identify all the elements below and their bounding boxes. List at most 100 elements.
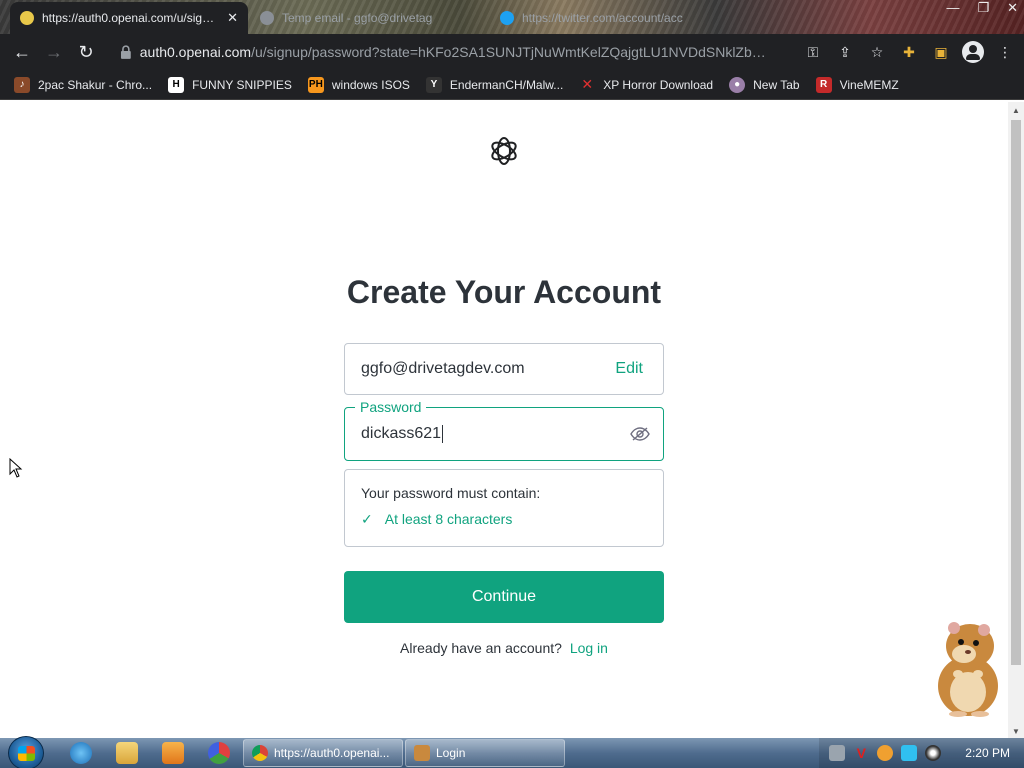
twitter-favicon-icon: [500, 11, 514, 25]
password-label: Password: [355, 399, 427, 415]
windows-taskbar: https://auth0.openai... Login V 2:20 PM: [0, 736, 1024, 768]
tab-title: https://auth0.openai.com/u/signup: [42, 11, 220, 25]
password-value: dickass621: [361, 425, 442, 443]
system-tray: V 2:20 PM: [819, 738, 1024, 768]
hamster-desktop-pet-icon: [938, 622, 998, 717]
minimize-icon[interactable]: —: [946, 0, 959, 16]
key-icon[interactable]: ⚿: [800, 36, 826, 68]
bookmark-label: New Tab: [753, 77, 800, 92]
media-player-icon[interactable]: [162, 742, 184, 764]
text-caret: [442, 424, 444, 443]
taskbar-chrome-button[interactable]: https://auth0.openai...: [243, 739, 403, 767]
bookmark-icon-2pac: ♪: [14, 76, 30, 93]
requirement-label: At least 8 characters: [384, 511, 513, 527]
menu-icon[interactable]: ⋮: [992, 36, 1018, 68]
login-app-icon: [414, 745, 430, 761]
back-icon[interactable]: ←: [6, 36, 38, 68]
tray-app-icon[interactable]: [829, 745, 846, 761]
bookmark-icon-y: Y: [425, 76, 442, 93]
bookmark-star-icon[interactable]: ☆: [864, 36, 890, 68]
url-host: auth0.openai.com: [139, 44, 252, 60]
tray-monitor-icon[interactable]: [901, 745, 918, 761]
login-prompt-row: Already have an account? Log in: [0, 640, 1008, 656]
bookmark-label: VineMEMZ: [839, 77, 899, 92]
bookmark-icon-h: H: [168, 76, 185, 93]
close-tab-icon[interactable]: ✕: [227, 10, 238, 26]
side-panel-icon[interactable]: ▣: [928, 36, 954, 68]
bookmarks-bar: ♪ 2pac Shakur - Chro... H FUNNY SNIPPIES…: [0, 70, 1024, 100]
tray-v-icon[interactable]: V: [853, 745, 869, 761]
bookmark-new-tab[interactable]: ● New Tab: [729, 76, 800, 93]
share-icon[interactable]: ⇪: [832, 36, 858, 68]
bookmark-icon-globe: ●: [729, 76, 746, 93]
profile-icon[interactable]: [960, 36, 986, 68]
requirements-title: Your password must contain:: [361, 485, 541, 501]
avatar: [962, 41, 984, 63]
tray-search-icon[interactable]: [877, 745, 894, 761]
page-scrollbar[interactable]: ▲ ▼: [1008, 102, 1024, 738]
browser-titlebar: https://auth0.openai.com/u/signup ✕ Temp…: [0, 0, 1024, 34]
file-explorer-icon[interactable]: [116, 742, 138, 764]
internet-explorer-icon[interactable]: [70, 742, 92, 764]
taskbar-clock: 2:20 PM: [965, 746, 1010, 760]
address-bar[interactable]: auth0.openai.com/u/signup/password?state…: [110, 38, 784, 66]
hide-password-icon[interactable]: [629, 423, 651, 445]
login-link[interactable]: Log in: [570, 640, 608, 656]
bookmark-icon-r: R: [815, 76, 832, 93]
start-button[interactable]: [8, 736, 44, 768]
email-value: ggfo@drivetagdev.com: [361, 360, 525, 377]
scroll-up-icon[interactable]: ▲: [1011, 106, 1021, 115]
tray-volume-icon[interactable]: [925, 745, 942, 761]
taskbar-login-button[interactable]: Login: [405, 739, 565, 767]
taskbar-button-label: Login: [436, 746, 466, 760]
desktop: https://auth0.openai.com/u/signup ✕ Temp…: [0, 0, 1024, 768]
chrome-icon: [252, 745, 268, 761]
bookmark-label: FUNNY SNIPPIES: [192, 77, 292, 92]
scroll-down-icon[interactable]: ▼: [1011, 727, 1021, 736]
bookmark-label: EndermanCH/Malw...: [449, 77, 564, 92]
bookmark-funny-snippies[interactable]: H FUNNY SNIPPIES: [168, 76, 292, 93]
mouse-cursor-icon: [9, 458, 23, 478]
tab-temp-email[interactable]: Temp email - ggfo@drivetag: [250, 2, 480, 34]
url-text: auth0.openai.com/u/signup/password?state…: [140, 44, 774, 60]
toolbar-actions: ⚿ ⇪ ☆ ✚ ▣ ⋮: [800, 36, 1018, 68]
bookmark-windows-isos[interactable]: PH windows ISOS: [307, 76, 410, 93]
browser-toolbar: ← → ↻ auth0.openai.com/u/signup/password…: [0, 34, 1024, 70]
auth0-favicon-icon: [20, 11, 34, 25]
email-field: ggfo@drivetagdev.com Edit: [344, 343, 664, 395]
bookmark-label: 2pac Shakur - Chro...: [38, 77, 153, 92]
signup-page: Create Your Account ggfo@drivetagdev.com…: [0, 102, 1008, 738]
window-controls: — ❐ ✕: [946, 0, 1018, 16]
password-input[interactable]: dickass621: [361, 424, 444, 443]
bookmark-vinememz[interactable]: R VineMEMZ: [815, 76, 899, 93]
bookmark-2pac[interactable]: ♪ 2pac Shakur - Chro...: [14, 76, 153, 93]
taskbar-button-label: https://auth0.openai...: [274, 746, 390, 760]
scroll-thumb[interactable]: [1011, 120, 1021, 665]
extensions-icon[interactable]: ✚: [896, 36, 922, 68]
globe-favicon-icon: [260, 11, 274, 25]
bookmark-xp-horror[interactable]: ✕ XP Horror Download: [579, 76, 714, 93]
bookmark-endermanch[interactable]: Y EndermanCH/Malw...: [425, 76, 564, 93]
paint-app-icon[interactable]: [208, 742, 230, 764]
bookmark-label: windows ISOS: [331, 77, 410, 92]
bookmark-icon-ph: PH: [307, 76, 324, 93]
url-path: /u/signup/password?state=hKFo2SA1SUNJTjN…: [251, 44, 774, 60]
continue-button[interactable]: Continue: [344, 571, 664, 623]
password-requirements: Your password must contain: ✓ At least 8…: [344, 469, 664, 547]
bookmark-label: XP Horror Download: [603, 77, 714, 92]
reload-icon[interactable]: ↻: [70, 36, 102, 68]
password-field[interactable]: Password dickass621: [344, 399, 664, 461]
close-window-icon[interactable]: ✕: [1007, 0, 1018, 16]
tab-title: https://twitter.com/account/acc: [522, 11, 683, 25]
tab-title: Temp email - ggfo@drivetag: [282, 11, 433, 25]
tab-twitter[interactable]: https://twitter.com/account/acc: [490, 2, 700, 34]
forward-icon[interactable]: →: [38, 36, 70, 68]
maximize-icon[interactable]: ❐: [977, 0, 989, 16]
login-prompt: Already have an account?: [400, 640, 562, 656]
edit-email-link[interactable]: Edit: [615, 360, 643, 378]
page-title: Create Your Account: [346, 274, 662, 310]
lock-icon: [120, 45, 131, 59]
requirement-item: ✓ At least 8 characters: [361, 511, 647, 528]
bookmark-icon-x: ✕: [581, 76, 594, 92]
tab-signup[interactable]: https://auth0.openai.com/u/signup ✕: [10, 2, 248, 34]
